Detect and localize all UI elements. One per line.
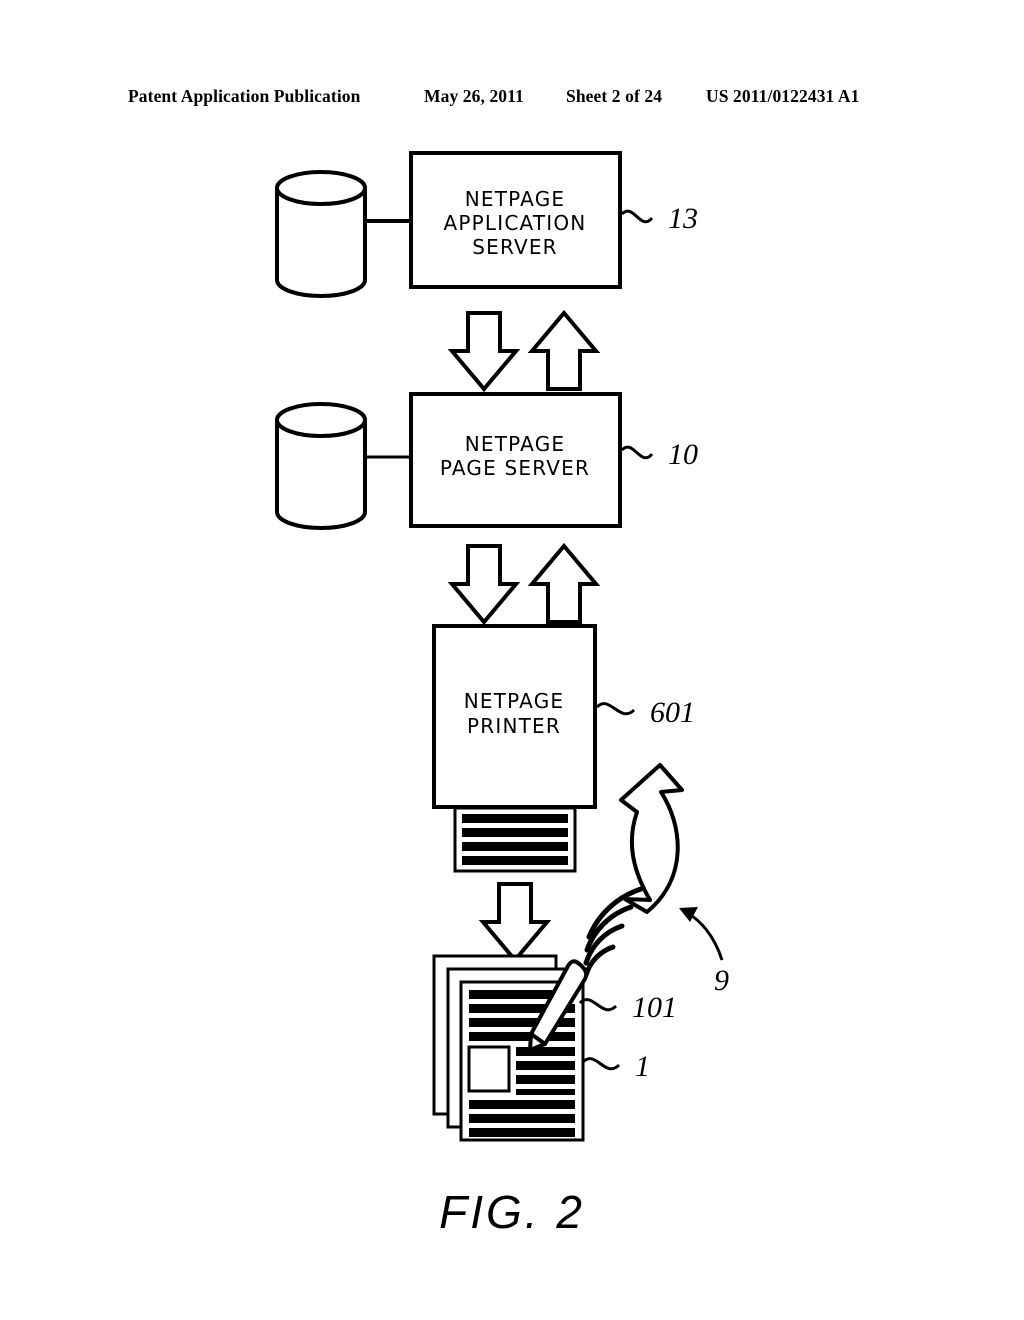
application-server-label-line-2: APPLICATION [444,211,587,235]
printer-output-sheet [453,806,577,873]
document-text-bars-bottom [469,1100,575,1137]
app-server-to-page-server-arrows [450,311,598,391]
printer-label-line-1: NETPAGE [464,689,564,713]
arrow-down-1 [450,311,518,391]
patent-figure-page: Patent Application Publication May 26, 2… [0,0,1024,1320]
netpage-application-server-group: NETPAGE APPLICATION SERVER 13 [275,151,698,298]
figure-caption: FIG. 2 [439,1186,585,1238]
application-server-ref-numeral: 13 [668,202,698,235]
document-image-box [467,1045,511,1093]
pen-ref-numeral: 101 [632,991,677,1024]
figure-canvas: NETPAGE APPLICATION SERVER 13 NETPAGE PA… [275,151,729,1238]
arrow-up-1 [530,311,598,391]
application-server-label-line-1: NETPAGE [465,187,565,211]
document-leader-line [581,1057,621,1071]
page-server-ref-numeral: 10 [668,438,698,471]
application-server-database-icon [275,170,367,298]
netpage-page-server-group: NETPAGE PAGE SERVER 10 [275,392,698,530]
printer-to-document-arrow [481,882,549,962]
printer-leader-line [595,702,636,716]
pen-leader-line [578,998,618,1012]
printer-ref-numeral: 601 [650,696,695,729]
pen-reference-group: 101 [578,991,677,1024]
wireless-ref-numeral: 9 [714,964,729,997]
arrow-up-2 [530,544,598,624]
page-server-database-icon [275,402,367,530]
document-ref-numeral: 1 [635,1050,650,1083]
page-server-leader-line [620,445,654,460]
document-reference-group: 1 [581,1050,650,1083]
page-server-label-line-2: PAGE SERVER [440,456,590,480]
application-server-label-line-3: SERVER [472,235,558,259]
application-server-leader-line [620,209,654,224]
wireless-reference-group: 9 [679,907,729,997]
page-server-label-line-1: NETPAGE [465,432,565,456]
printer-label-line-2: PRINTER [467,714,561,738]
page-server-to-printer-arrows [450,544,598,624]
arrow-down-2 [450,544,518,624]
pen-to-printer-curved-arrow [619,763,684,914]
